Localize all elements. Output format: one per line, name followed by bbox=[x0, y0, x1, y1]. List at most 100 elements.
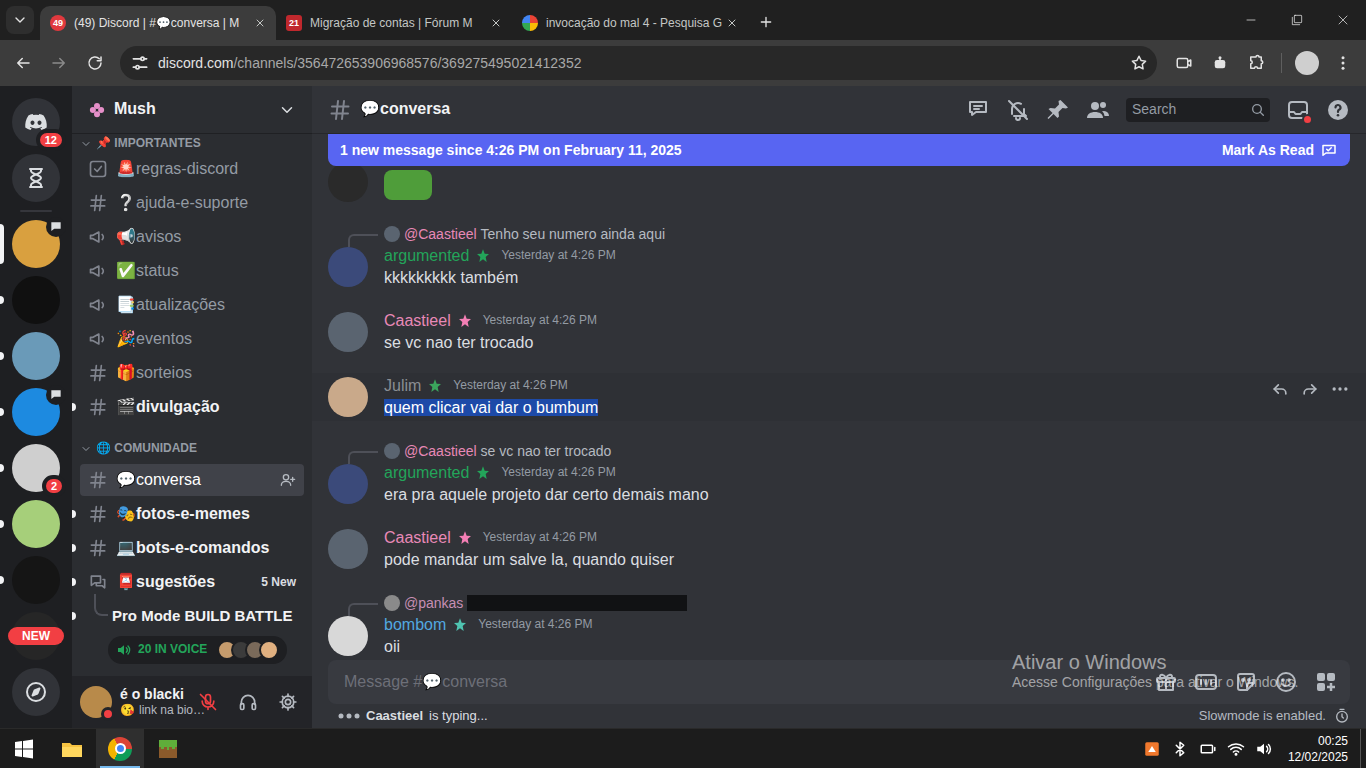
reply-text[interactable]: Tenho seu numero ainda aqui bbox=[481, 225, 665, 243]
channel-category[interactable]: 📌 IMPORTANTES bbox=[80, 134, 304, 153]
channel-name[interactable]: 📑atualizações bbox=[116, 295, 296, 315]
sticker-icon[interactable] bbox=[1234, 670, 1258, 694]
pin-icon[interactable] bbox=[1046, 98, 1070, 122]
author-name[interactable]: bombom bbox=[384, 615, 446, 636]
channel-category[interactable]: 🌐 COMUNIDADE bbox=[80, 439, 304, 458]
back-arrow-icon[interactable] bbox=[6, 46, 40, 80]
mark-read-icon[interactable] bbox=[1320, 141, 1338, 159]
inbox-button[interactable] bbox=[1286, 98, 1310, 122]
channel-name[interactable]: 📢avisos bbox=[116, 227, 296, 247]
channel-item[interactable]: 📢avisos bbox=[80, 221, 304, 253]
volume-tray-icon[interactable] bbox=[1252, 737, 1276, 761]
mic-muted-icon[interactable] bbox=[192, 686, 224, 718]
extensions-puzzle-icon[interactable] bbox=[1239, 46, 1273, 80]
channel-name[interactable]: 🚨regras-discord bbox=[116, 159, 296, 179]
server-icon[interactable] bbox=[12, 500, 60, 548]
server-item[interactable] bbox=[0, 276, 72, 324]
new-messages-text[interactable]: 1 new message since 4:26 PM on February … bbox=[340, 141, 682, 159]
recorder-extension-icon[interactable] bbox=[1167, 46, 1201, 80]
message[interactable]: @Caastieelse vc nao ter trocadoargumente… bbox=[312, 438, 1366, 508]
show-desktop[interactable] bbox=[1360, 729, 1366, 768]
author-avatar[interactable] bbox=[328, 464, 368, 504]
reply-text[interactable]: se vc nao ter trocado bbox=[481, 442, 612, 460]
author-avatar[interactable] bbox=[328, 377, 368, 417]
server-name[interactable]: Mush bbox=[114, 99, 270, 120]
browser-tab[interactable]: 21Migração de contas | Fórum M bbox=[276, 6, 512, 40]
close-window-icon[interactable] bbox=[1320, 0, 1366, 40]
more-dots-icon[interactable] bbox=[1330, 379, 1350, 399]
search-input[interactable] bbox=[1132, 100, 1250, 118]
server-item[interactable] bbox=[0, 556, 72, 604]
reply-author[interactable]: @Caastieel bbox=[404, 442, 477, 460]
wifi-tray-icon[interactable] bbox=[1224, 737, 1248, 761]
browser-tab[interactable]: 49(49) Discord | #💬conversa | M bbox=[40, 6, 276, 40]
help-icon[interactable] bbox=[1326, 98, 1350, 122]
gift-icon[interactable] bbox=[1154, 670, 1178, 694]
chevron-down-icon[interactable] bbox=[278, 101, 296, 119]
close-icon[interactable] bbox=[252, 15, 268, 31]
bookmark-star-icon[interactable] bbox=[1125, 49, 1153, 77]
gear-icon[interactable] bbox=[272, 686, 304, 718]
channel-item[interactable]: 📑atualizações bbox=[80, 289, 304, 321]
profile-avatar[interactable] bbox=[1295, 51, 1319, 75]
author-avatar[interactable] bbox=[328, 529, 368, 569]
in-voice-pill[interactable]: 20 IN VOICE bbox=[108, 636, 287, 664]
taskbar-app[interactable] bbox=[96, 729, 144, 768]
server-item[interactable]: 2 bbox=[0, 444, 72, 492]
new-messages-bar[interactable]: 1 new message since 4:26 PM on February … bbox=[328, 134, 1350, 166]
author-avatar[interactable] bbox=[328, 162, 368, 202]
user-info[interactable]: é o blacki😘link na bio… bbox=[120, 686, 184, 719]
taskbar-app[interactable] bbox=[144, 729, 192, 768]
reply-preview[interactable]: @pankas bbox=[328, 592, 1226, 614]
author-avatar[interactable] bbox=[328, 247, 368, 287]
channel-name[interactable]: 📮sugestões bbox=[116, 572, 253, 592]
browser-tab[interactable]: invocação do mal 4 - Pesquisa G bbox=[512, 6, 748, 40]
tab-search-icon[interactable] bbox=[6, 6, 34, 34]
minimize-icon[interactable] bbox=[1228, 0, 1274, 40]
tab-title[interactable]: invocação do mal 4 - Pesquisa G bbox=[546, 15, 716, 31]
threads-icon[interactable] bbox=[966, 98, 990, 122]
channel-item[interactable]: 📮sugestões5 New bbox=[80, 566, 304, 598]
site-info-icon[interactable] bbox=[130, 53, 150, 73]
server-item[interactable] bbox=[0, 500, 72, 548]
author-avatar[interactable] bbox=[328, 616, 368, 656]
members-icon[interactable] bbox=[1086, 98, 1110, 122]
author-avatar[interactable] bbox=[328, 312, 368, 352]
channel-name[interactable]: 🎉eventos bbox=[116, 329, 296, 349]
server-item[interactable]: 12 bbox=[0, 98, 72, 146]
discover-button[interactable] bbox=[12, 668, 60, 716]
bluetooth-tray-icon[interactable] bbox=[1168, 737, 1192, 761]
author-name[interactable]: argumented bbox=[384, 246, 469, 267]
channel-name[interactable]: 💬conversa bbox=[116, 470, 272, 490]
server-icon[interactable] bbox=[12, 276, 60, 324]
reply-preview[interactable]: @Caastieelse vc nao ter trocado bbox=[328, 440, 1226, 462]
server-item[interactable] bbox=[0, 388, 72, 436]
headphones-icon[interactable] bbox=[232, 686, 264, 718]
taskbar-app[interactable] bbox=[48, 729, 96, 768]
channel-item[interactable]: 💬conversa bbox=[80, 464, 304, 496]
invite-user-icon[interactable] bbox=[280, 472, 296, 488]
mark-as-read-label[interactable]: Mark As Read bbox=[1222, 141, 1314, 159]
channel-item[interactable]: 🚨regras-discord bbox=[80, 153, 304, 185]
mark-as-read[interactable]: Mark As Read bbox=[1222, 141, 1338, 159]
message-input[interactable] bbox=[344, 672, 1138, 693]
search-box[interactable] bbox=[1126, 98, 1270, 122]
reply-arrow-icon[interactable] bbox=[1270, 379, 1290, 399]
category-label[interactable]: 📌 IMPORTANTES bbox=[96, 136, 201, 152]
channel-item[interactable]: 🎉eventos bbox=[80, 323, 304, 355]
message[interactable]: CaastieelYesterday at 4:26 PMse vc nao t… bbox=[312, 308, 1366, 356]
channel-name[interactable]: ❔ajuda-e-suporte bbox=[116, 193, 296, 213]
reply-author[interactable]: @Caastieel bbox=[404, 225, 477, 243]
tab-title[interactable]: Migração de contas | Fórum M bbox=[310, 15, 480, 31]
close-icon[interactable] bbox=[488, 15, 504, 31]
message[interactable]: JulimYesterday at 4:26 PMquem clicar vai… bbox=[312, 373, 1366, 421]
channel-item[interactable]: ❔ajuda-e-suporte bbox=[80, 187, 304, 219]
voice-count[interactable]: 20 IN VOICE bbox=[138, 642, 207, 658]
author-name[interactable]: argumented bbox=[384, 463, 469, 484]
server-header[interactable]: Mush bbox=[72, 86, 312, 134]
user-avatar[interactable] bbox=[80, 686, 112, 718]
gif-icon[interactable] bbox=[1194, 670, 1218, 694]
close-icon[interactable] bbox=[724, 15, 740, 31]
app-tray-icon[interactable] bbox=[1140, 737, 1164, 761]
address-bar[interactable]: discord.com/channels/356472653906968576/… bbox=[120, 46, 1157, 80]
